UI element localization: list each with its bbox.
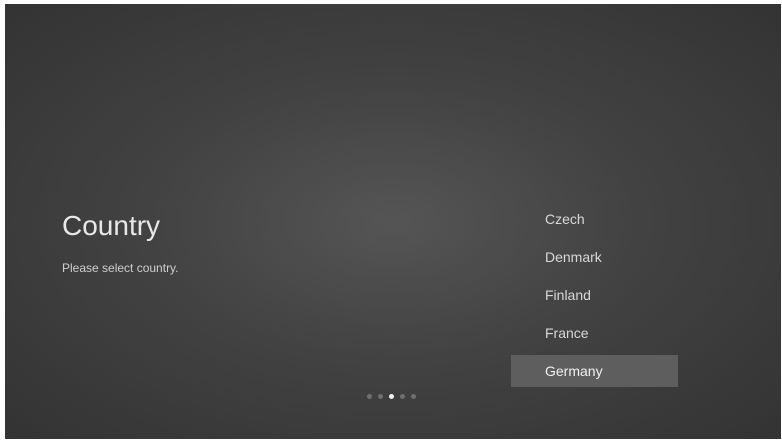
- country-list: Czech Denmark Finland France Germany: [511, 203, 678, 393]
- setup-screen: Country Please select country. Czech Den…: [5, 4, 781, 439]
- country-item-finland[interactable]: Finland: [511, 279, 678, 311]
- page-subtitle: Please select country.: [62, 261, 179, 275]
- country-item-france[interactable]: France: [511, 317, 678, 349]
- page-dot-active: [389, 394, 394, 399]
- page-dot: [411, 394, 416, 399]
- page-dot: [378, 394, 383, 399]
- country-item-germany[interactable]: Germany: [511, 355, 678, 387]
- country-item-czech[interactable]: Czech: [511, 203, 678, 235]
- page-dot: [400, 394, 405, 399]
- page-dot: [367, 394, 372, 399]
- page-title: Country: [62, 210, 161, 241]
- page-indicator: [367, 394, 416, 399]
- country-item-denmark[interactable]: Denmark: [511, 241, 678, 273]
